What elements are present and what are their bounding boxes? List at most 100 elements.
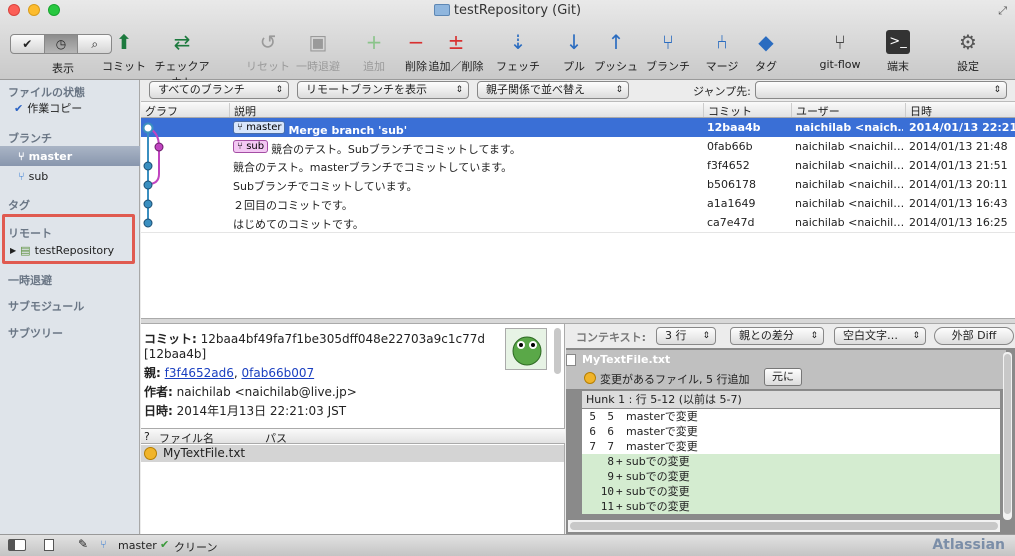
parents-label: 親:	[144, 366, 161, 380]
col-commit[interactable]: コミット	[703, 103, 752, 118]
sidebar-header-branches[interactable]: ブランチ	[8, 130, 52, 146]
sidebar-header-submodules[interactable]: サブモジュール	[8, 298, 84, 314]
sidebar-item-master[interactable]: ⑂ master	[0, 146, 140, 166]
table-row[interactable]: ２回目のコミットです。 a1a1649 naichilab <naichil… 201…	[141, 194, 1015, 213]
commit-desc-text: 競合のテスト。Subブランチでコミットしてます。	[271, 143, 521, 156]
hunk-header: Hunk 1 : 行 5-12 (以前は 5-7)	[582, 391, 1000, 408]
jump-label: ジャンプ先:	[693, 85, 751, 98]
revert-button[interactable]: 元に	[764, 368, 802, 386]
modified-file-icon	[144, 447, 157, 460]
diff-line[interactable]: 11 + subでの変更	[582, 499, 1000, 514]
diff-line[interactable]: 5 5 masterで変更	[582, 409, 1000, 424]
history-view-button[interactable]: ◷	[44, 35, 79, 53]
col-date[interactable]: 日時	[905, 103, 932, 118]
diff-line[interactable]: 9 + subでの変更	[582, 469, 1000, 484]
sort-order-select[interactable]: 親子関係で並べ替え ⇕	[477, 81, 629, 99]
commit-short-hash: [12baa4b]	[144, 347, 207, 361]
diff-mode-select[interactable]: 親との差分 ⇕	[730, 327, 824, 345]
sidebar-item-working-copy[interactable]: ✔ 作業コピー	[8, 98, 140, 118]
diff-toolbar: コンテキスト: 3 行 ⇕ 親との差分 ⇕ 空白文字… ⇕ 外部 Diff	[566, 324, 1015, 348]
git-flow-button[interactable]: ⑂ git-flow	[810, 30, 870, 71]
checkmark-icon: ✔	[14, 101, 24, 115]
detail-scrollbar[interactable]	[554, 328, 561, 374]
branch-icon: ⑂	[662, 30, 674, 54]
commit-user: naichilab <naichil…	[795, 159, 903, 172]
diff-line[interactable]: 8 + subでの変更	[582, 454, 1000, 469]
commit-desc: ２回目のコミットです。	[233, 197, 699, 213]
add-remove-button[interactable]: ± 追加／削除	[426, 30, 486, 74]
table-row[interactable]: ⑂ master Merge branch 'sub' 12baa4b naichil…	[141, 118, 1015, 137]
add-icon: +	[365, 30, 383, 54]
whitespace-select[interactable]: 空白文字… ⇕	[834, 327, 926, 345]
sidebar-toggle-icon[interactable]	[8, 539, 26, 551]
parent-link-1[interactable]: f3f4652ad6	[165, 366, 234, 380]
col-user[interactable]: ユーザー	[791, 103, 840, 118]
edit-icon[interactable]: ✎	[78, 537, 88, 551]
diff-scrollbar-track[interactable]	[1003, 352, 1012, 520]
table-row[interactable]: はじめてのコミットです。 ca7e47d naichilab <naichil… 20…	[141, 213, 1015, 232]
remote-branch-select[interactable]: リモートブランチを表示 ⇕	[297, 81, 469, 99]
merge-icon: ⑃	[716, 30, 728, 54]
toolbar-button-label: コミット	[102, 60, 146, 73]
modified-file-icon	[584, 372, 596, 384]
stash-button[interactable]: ▣ 一時退避	[288, 30, 348, 74]
branch-icon: ⑂	[18, 169, 25, 183]
toolbar-button-label: タグ	[755, 60, 777, 73]
new-line-number: 8	[607, 455, 614, 468]
col-status[interactable]: ?	[144, 430, 150, 443]
checkout-icon: ⇄	[173, 30, 191, 54]
updown-icon: ⇕	[810, 331, 818, 341]
table-row[interactable]: Subブランチでコミットしています。 b506178 naichilab <naic…	[141, 175, 1015, 194]
sidebar-item-sub[interactable]: ⑂ sub	[8, 166, 140, 186]
list-item[interactable]: MyTextFile.txt	[141, 445, 564, 462]
stash-icon: ▣	[308, 30, 328, 54]
fullscreen-icon[interactable]: ⤢	[998, 4, 1007, 18]
filter-bar: すべてのブランチ ⇕ リモートブランチを表示 ⇕ 親子関係で並べ替え ⇕ ジャンプ先:…	[141, 80, 1015, 102]
diff-line[interactable]: 10 + subでの変更	[582, 484, 1000, 499]
branch-filter-select[interactable]: すべてのブランチ ⇕	[149, 81, 289, 99]
window-title-text: testRepository (Git)	[453, 3, 582, 18]
commit-node	[154, 142, 164, 152]
col-graph[interactable]: グラフ	[141, 103, 178, 118]
date-value: 2014年1月13日 22:21:03 JST	[176, 404, 347, 418]
context-lines-select[interactable]: 3 行 ⇕	[656, 327, 716, 345]
table-row[interactable]: 競合のテスト。masterブランチでコミットしています。 f3f4652 naich…	[141, 156, 1015, 175]
commit-button[interactable]: ⬆ コミット	[94, 30, 154, 74]
log-view-button[interactable]: ✔	[11, 35, 45, 53]
diff-line[interactable]: 6 6 masterで変更	[582, 424, 1000, 439]
commit-user: naichilab <naich…	[795, 121, 903, 134]
whitespace-value: 空白文字…	[843, 329, 898, 342]
commit-desc: はじめてのコミットです。	[233, 216, 699, 232]
commit-node	[142, 122, 154, 134]
author-label: 作者:	[144, 385, 173, 399]
sidebar: ファイルの状態 ✔ 作業コピー ブランチ ⑂ master ⑂ sub タグ リモート…	[0, 80, 140, 534]
col-desc[interactable]: 説明	[229, 103, 256, 118]
settings-icon: ⚙	[959, 30, 977, 54]
toolbar-button-label: 設定	[957, 60, 979, 73]
fetch-button[interactable]: ⇣ フェッチ	[488, 30, 548, 74]
folder-icon	[433, 4, 450, 16]
old-line-number: 7	[589, 440, 596, 453]
sidebar-header-tags[interactable]: タグ	[8, 197, 30, 213]
commit-date: 2014/01/13 16:25	[909, 216, 1008, 229]
push-button[interactable]: ↑ プッシュ	[586, 30, 646, 74]
window-titlebar: testRepository (Git) ⤢ ✔ ◷ ⌕ 表示 ⬆ コミット ⇄ チェ…	[0, 0, 1015, 89]
sidebar-header-stashes[interactable]: 一時退避	[8, 272, 52, 288]
jump-to-select[interactable]: ⇕	[755, 81, 1007, 99]
tag-button[interactable]: ◆ タグ	[736, 30, 796, 74]
external-diff-button[interactable]: 外部 Diff	[934, 327, 1014, 345]
branch-button[interactable]: ⑂ ブランチ	[638, 30, 698, 74]
diff-line[interactable]: 7 7 masterで変更	[582, 439, 1000, 454]
diff-hscrollbar-track[interactable]	[568, 520, 1000, 532]
terminal-button[interactable]: >_ 端末	[868, 30, 928, 74]
sidebar-header-subtrees[interactable]: サブツリー	[8, 325, 63, 341]
settings-button[interactable]: ⚙ 設定	[938, 30, 998, 74]
sidebar-item-label: 作業コピー	[27, 102, 83, 115]
document-icon	[566, 354, 576, 366]
diff-line-text: masterで変更	[626, 410, 698, 423]
panel-toggle-icon[interactable]	[44, 539, 54, 551]
updown-icon: ⇕	[615, 85, 623, 95]
parent-link-2[interactable]: 0fab66b007	[242, 366, 315, 380]
table-row[interactable]: ⑂ sub 競合のテスト。Subブランチでコミットしてます。 0fab66b naic…	[141, 137, 1015, 156]
context-lines-value: 3 行	[665, 329, 687, 342]
